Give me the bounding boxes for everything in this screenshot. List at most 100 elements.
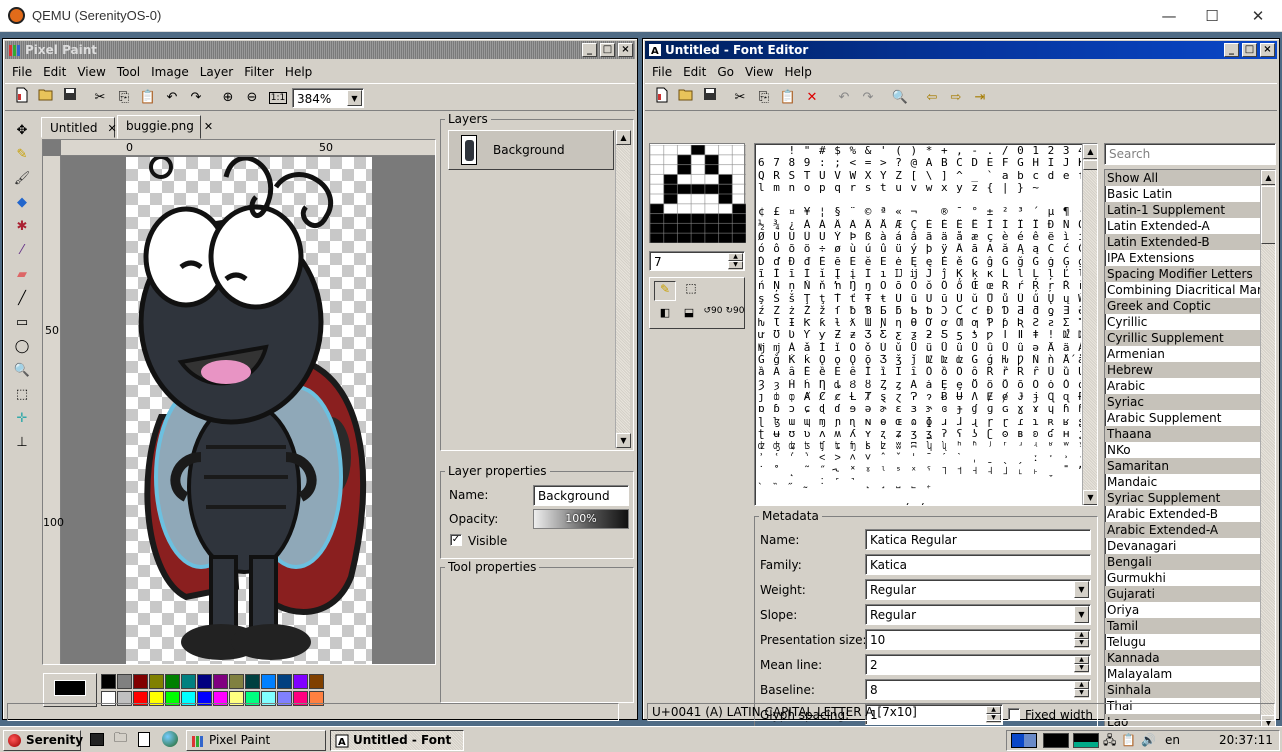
text-editor-icon[interactable]: [138, 732, 150, 747]
color-swatch[interactable]: [133, 674, 148, 689]
menu-help[interactable]: Help: [780, 61, 815, 83]
color-selector[interactable]: [43, 673, 97, 707]
color-swatch[interactable]: [229, 674, 244, 689]
zoom-out-icon[interactable]: ⊖: [241, 87, 263, 109]
glyph-row[interactable]: 6 7 8 9 : ; < = > ? @ A B C D E F G H I …: [755, 157, 1081, 169]
spin-buttons[interactable]: ▲ ▼: [1074, 681, 1089, 698]
chevron-down-icon[interactable]: ▼: [1074, 606, 1089, 623]
close-button[interactable]: ×: [618, 43, 633, 57]
primary-color-swatch[interactable]: [54, 680, 86, 696]
glyph-row[interactable]: ! " # $ % & ' ( ) * + , - . / 0 1 2 3 4 …: [755, 145, 1081, 157]
color-swatch[interactable]: [277, 674, 292, 689]
list-item[interactable]: Spacing Modifier Letters: [1105, 266, 1260, 282]
color-swatch[interactable]: [261, 674, 276, 689]
list-item[interactable]: Kannada: [1105, 650, 1260, 666]
workspace-switcher[interactable]: [1011, 733, 1037, 748]
zoom-tool-icon[interactable]: 🔍: [10, 359, 34, 383]
glyph-row[interactable]: [755, 489, 1081, 501]
ellipse-icon[interactable]: ◯: [10, 335, 34, 359]
list-item[interactable]: Arabic Extended-B: [1105, 506, 1260, 522]
spin-down-icon[interactable]: ▼: [1074, 639, 1089, 647]
list-item[interactable]: Telugu: [1105, 634, 1260, 650]
tab-untitled[interactable]: Untitled ✕: [41, 117, 117, 138]
move-glyph-icon[interactable]: ⬚: [680, 281, 702, 301]
list-item[interactable]: Devanagari: [1105, 538, 1260, 554]
list-item[interactable]: Syriac: [1105, 394, 1260, 410]
spin-down-icon[interactable]: ▼: [1074, 689, 1089, 697]
spin-down-icon[interactable]: ▼: [728, 261, 743, 269]
color-swatch[interactable]: [117, 674, 132, 689]
glyph-map[interactable]: ! " # $ % & ' ( ) * + , - . / 0 1 2 3 4 …: [754, 143, 1098, 506]
glyph-row[interactable]: ş Š š Ţ ţ Ť ť Ŧ ŧ Ũ ũ Ū ū Ŭ ŭ Ů ů Ű ű Ų …: [755, 293, 1081, 305]
list-item[interactable]: Bengali: [1105, 554, 1260, 570]
glyph-row[interactable]: ˙ ˚ ˛ ˜ ˝ ˞ ˟ ˠ ˡ ˢ ˣ ˤ ˥ ˦ ˧ ˨ ˩ ˪ ˫ ˬ …: [755, 465, 1081, 477]
list-item[interactable]: Gurmukhi: [1105, 570, 1260, 586]
list-item[interactable]: Latin Extended-B: [1105, 234, 1260, 250]
menu-edit[interactable]: Edit: [39, 61, 70, 83]
volume-icon[interactable]: 🔊: [1141, 733, 1156, 748]
color-swatch[interactable]: [197, 674, 212, 689]
list-item[interactable]: Armenian: [1105, 346, 1260, 362]
arrow-right-icon[interactable]: ⇨: [945, 87, 967, 109]
list-item[interactable]: Basic Latin: [1105, 186, 1260, 202]
cut-icon[interactable]: ✂: [729, 87, 751, 109]
menu-image[interactable]: Image: [147, 61, 193, 83]
list-item[interactable]: Gujarati: [1105, 586, 1260, 602]
layer-name-input[interactable]: Background: [533, 485, 629, 506]
tab-buggie[interactable]: buggie.png ✕: [117, 115, 213, 139]
glyph-row[interactable]: Ǧ ǧ Ǩ ǩ Ǫ ǫ Ǭ ǭ Ǯ ǯ ǰ Ǳ ǲ ǳ Ǵ ǵ Ƕ Ƿ Ǹ ǹ …: [755, 354, 1081, 366]
color-swatch[interactable]: [149, 674, 164, 689]
minimize-button[interactable]: —: [1146, 4, 1192, 28]
glyph-row[interactable]: ó ô õ ö ÷ ø ù ú û ü ý þ ÿ Ā ā Ă ă Ą ą Ć …: [755, 243, 1081, 255]
list-item[interactable]: Arabic Supplement: [1105, 410, 1260, 426]
spin-up-icon[interactable]: ▲: [1074, 681, 1089, 689]
close-icon[interactable]: ✕: [107, 122, 116, 135]
rotate-ccw-icon[interactable]: ↺90: [702, 306, 724, 326]
menu-help[interactable]: Help: [281, 61, 316, 83]
pixel-paint-titlebar[interactable]: Pixel Paint _ □ ×: [5, 41, 635, 59]
list-item[interactable]: Show All: [1105, 170, 1260, 186]
flip-vertical-icon[interactable]: ⬓: [678, 306, 700, 326]
list-item[interactable]: Thaana: [1105, 426, 1260, 442]
move-tool-icon[interactable]: ✥: [10, 119, 34, 143]
glyph-row[interactable]: ʾ ʿ ˀ ˁ ˂ ˃ ˄ ˅ ˆ ˇ ˈ ˉ ˊ ˋ ˌ ˍ ˎ ˏ ː ˑ …: [755, 452, 1081, 464]
glyph-row[interactable]: ź Ż ż Ž ž ſ ƀ Ɓ Ƃ ƃ Ƅ ƅ Ɔ Ƈ ƈ Ɖ Ɗ Ƌ ƌ ƍ …: [755, 305, 1081, 317]
maximize-button[interactable]: □: [600, 43, 615, 57]
glyph-row[interactable]: ĩ Ī ī Ĭ ĭ Į į İ ı Ĳ ĳ Ĵ ĵ Ķ ķ ĸ Ĺ ĺ Ļ ļ …: [755, 268, 1081, 280]
font-name-input[interactable]: Katica Regular: [865, 529, 1091, 550]
mean-line-spinner[interactable]: 2 ▲ ▼: [865, 654, 1091, 675]
maximize-button[interactable]: ☐: [1189, 4, 1235, 28]
open-folder-icon[interactable]: [675, 87, 697, 109]
picker-icon[interactable]: ⁄: [10, 239, 34, 263]
menu-layer[interactable]: Layer: [196, 61, 237, 83]
eraser-icon[interactable]: ▰: [10, 263, 34, 287]
list-item[interactable]: Syriac Supplement: [1105, 490, 1260, 506]
zoom-in-icon[interactable]: ⊕: [217, 87, 239, 109]
undo-icon[interactable]: ↶: [833, 87, 855, 109]
glyph-row[interactable]: ½ ¾ ¿ À Á Â Ã Ä Å Æ Ç È É Ê Ë Ì Í Î Ï Ð …: [755, 219, 1081, 231]
guide-icon[interactable]: ✛: [10, 407, 34, 431]
spin-up-icon[interactable]: ▲: [728, 253, 743, 261]
keyboard-layout[interactable]: en: [1165, 733, 1180, 748]
menu-filter[interactable]: Filter: [240, 61, 278, 83]
stamp-icon[interactable]: ⊥: [10, 431, 34, 455]
browser-icon[interactable]: [162, 731, 178, 747]
minimize-button[interactable]: _: [1224, 43, 1239, 57]
baseline-spinner[interactable]: 8 ▲ ▼: [865, 679, 1091, 700]
search-icon[interactable]: 🔍: [889, 87, 911, 109]
range-list-scrollbar[interactable]: ▲ ▼: [1260, 170, 1275, 730]
close-icon[interactable]: ✕: [204, 120, 213, 133]
glyph-row[interactable]: ˴ _ _ ~ ~ – / / ˴ = ˘ ~: [755, 502, 1081, 505]
glyph-row[interactable]: Ȝ ȝ Ȟ ȟ Ƞ ȡ Ȣ ȣ Ȥ ȥ Ȧ ȧ Ȩ ȩ Ȫ ȫ Ȭ ȭ Ȯ ȯ …: [755, 379, 1081, 391]
unicode-block-list[interactable]: Show All Basic Latin Latin-1 Supplement Lat…: [1104, 169, 1276, 731]
glyph-row[interactable]: ȁ Ȃ ȃ Ȅ ȅ Ȇ ȇ Ȉ ȉ Ȋ ȋ Ȍ ȍ Ȏ ȏ Ȑ ȑ Ȓ ȓ Ȕ …: [755, 366, 1081, 378]
glyph-row[interactable]: Q R S T U V W X Y Z [ \ ] ^ _ ` a b c d …: [755, 170, 1081, 182]
search-input[interactable]: Search: [1104, 143, 1276, 165]
list-item[interactable]: Sinhala: [1105, 682, 1260, 698]
go-to-glyph-icon[interactable]: ⇥: [969, 87, 991, 109]
list-item[interactable]: Cyrillic Supplement: [1105, 330, 1260, 346]
clock[interactable]: 20:37:11: [1219, 733, 1273, 748]
glyph-row[interactable]: ɭ ɮ ɯ ɰ ɱ ɲ ɳ ɴ ɵ ɶ ɷ ɸ ɹ ɺ ɻ ɼ ɽ ɾ ɿ ʀ …: [755, 416, 1081, 428]
glyph-row[interactable]: ɒ ɓ ɔ ɕ ɖ ɗ ɘ ə ɚ ɛ ɜ ɝ ɞ ɟ ɠ ɡ ɢ ɣ ɤ ɥ …: [755, 403, 1081, 415]
scroll-thumb[interactable]: [1083, 160, 1097, 170]
